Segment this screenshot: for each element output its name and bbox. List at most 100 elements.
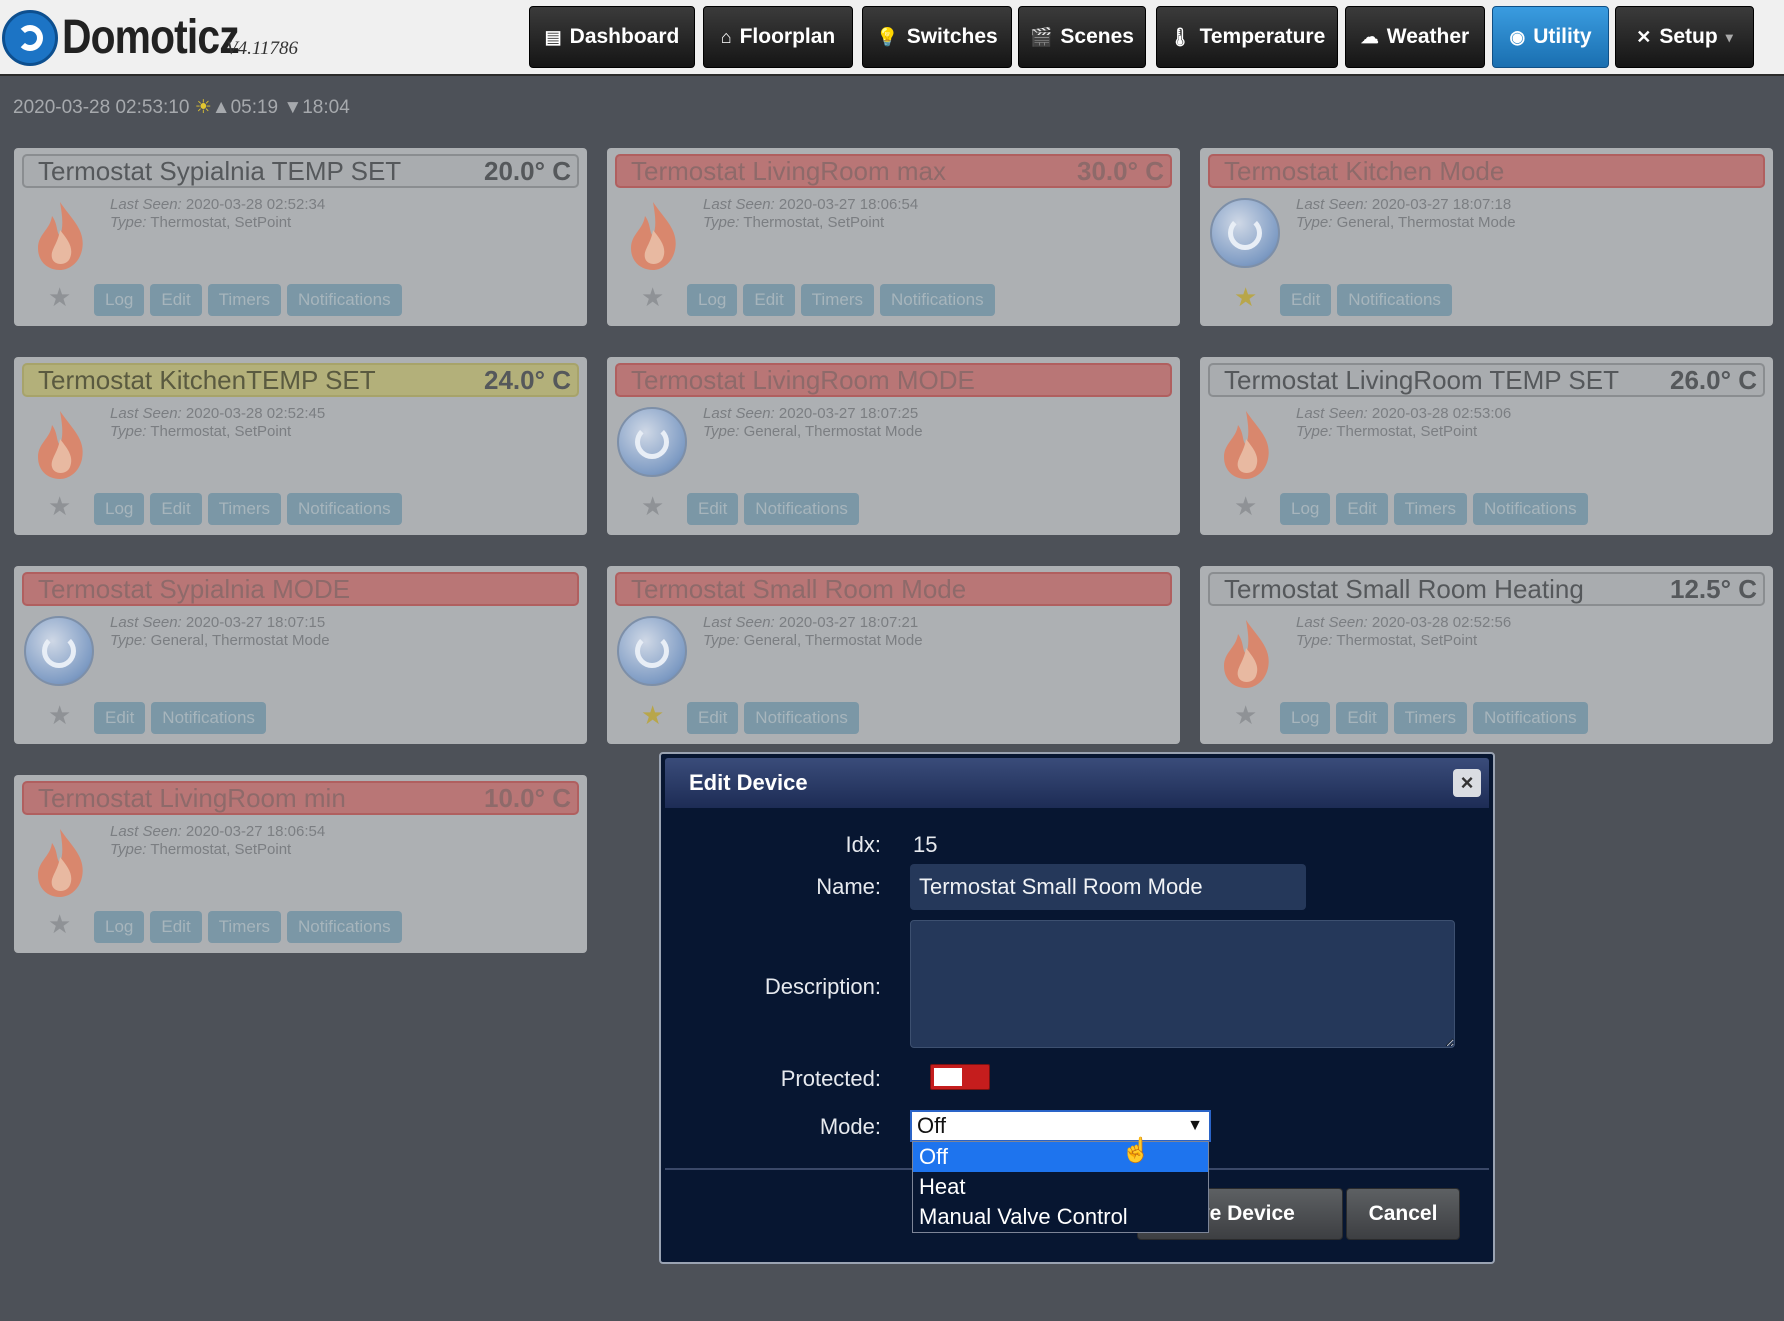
last-seen-value: 2020-03-27 18:07:18 — [1371, 196, 1512, 213]
edit-button[interactable]: Edit — [150, 911, 202, 943]
favorite-star-icon[interactable]: ★ — [48, 700, 71, 731]
last-seen-value: 2020-03-28 02:52:34 — [185, 196, 326, 213]
mode-select[interactable]: Off ▼ — [910, 1110, 1211, 1142]
device-info: Last Seen: 2020-03-28 02:53:06 Type: Ther… — [1296, 405, 1511, 441]
favorite-star-icon[interactable]: ★ — [641, 700, 664, 731]
notifications-button[interactable]: Notifications — [1337, 284, 1452, 316]
favorite-star-icon[interactable]: ★ — [48, 909, 71, 940]
log-button[interactable]: Log — [94, 284, 145, 316]
nav-label: Setup — [1659, 25, 1718, 48]
device-actions: Log Edit Timers Notifications — [94, 284, 402, 316]
edit-button[interactable]: Edit — [1336, 493, 1388, 525]
timers-button[interactable]: Timers — [207, 911, 281, 943]
favorite-star-icon[interactable]: ★ — [1234, 282, 1257, 313]
nav-switches-button[interactable]: 💡 Switches — [862, 6, 1012, 68]
notifications-button[interactable]: Notifications — [151, 702, 266, 734]
log-button[interactable]: Log — [94, 493, 145, 525]
dialog-title: Edit Device — [689, 770, 808, 795]
device-actions: Edit Notifications — [1280, 284, 1452, 316]
utility-icon: ◉ — [1509, 26, 1526, 47]
domoticz-logo-icon[interactable] — [2, 10, 58, 66]
device-info: Last Seen: 2020-03-27 18:07:21 Type: Gene… — [703, 614, 923, 650]
type-label: Type: — [1296, 423, 1333, 440]
mode-option[interactable]: Heat — [913, 1172, 1208, 1202]
name-input[interactable] — [910, 864, 1306, 910]
favorite-star-icon[interactable]: ★ — [1234, 700, 1257, 731]
edit-button[interactable]: Edit — [743, 284, 795, 316]
nav-floorplan-button[interactable]: ⌂ Floorplan — [703, 6, 853, 68]
flame-icon[interactable] — [30, 827, 96, 899]
thermostat-mode-icon[interactable] — [24, 616, 94, 686]
notifications-button[interactable]: Notifications — [1472, 702, 1588, 734]
timers-button[interactable]: Timers — [207, 493, 281, 525]
protected-toggle[interactable] — [930, 1064, 990, 1090]
edit-button[interactable]: Edit — [687, 493, 739, 525]
flame-icon[interactable] — [1216, 618, 1282, 690]
chevron-down-icon: ▾ — [1725, 28, 1733, 45]
last-seen-value: 2020-03-27 18:07:25 — [778, 405, 919, 422]
timers-button[interactable]: Timers — [1393, 493, 1467, 525]
chevron-down-icon: ▼ — [1187, 1117, 1203, 1134]
log-button[interactable]: Log — [1280, 493, 1331, 525]
nav-scenes-button[interactable]: 🎬 Scenes — [1018, 6, 1146, 68]
edit-button[interactable]: Edit — [94, 702, 146, 734]
flame-icon[interactable] — [30, 200, 96, 272]
cancel-button[interactable]: Cancel — [1346, 1188, 1460, 1240]
type-label: Type: — [703, 632, 740, 649]
log-button[interactable]: Log — [1280, 702, 1331, 734]
device-info: Last Seen: 2020-03-27 18:07:15 Type: Gene… — [110, 614, 330, 650]
notifications-button[interactable]: Notifications — [879, 284, 995, 316]
nav-dashboard-button[interactable]: ▤ Dashboard — [529, 6, 695, 68]
log-button[interactable]: Log — [687, 284, 738, 316]
favorite-star-icon[interactable]: ★ — [1234, 491, 1257, 522]
description-input[interactable] — [910, 920, 1455, 1048]
type-label: Type: — [703, 214, 740, 231]
device-actions: Edit Notifications — [687, 702, 859, 734]
nav-temperature-button[interactable]: 🌡 Temperature — [1156, 6, 1338, 68]
notifications-button[interactable]: Notifications — [286, 284, 402, 316]
flame-icon[interactable] — [623, 200, 689, 272]
type-value: Thermostat, SetPoint — [1336, 632, 1478, 649]
last-seen-label: Last Seen: — [703, 614, 775, 631]
device-name: Termostat LivingRoom MODE — [631, 365, 975, 395]
notifications-button[interactable]: Notifications — [286, 493, 402, 525]
flame-icon[interactable] — [1216, 409, 1282, 481]
mode-selected-value: Off — [917, 1113, 946, 1138]
timers-button[interactable]: Timers — [207, 284, 281, 316]
device-title-bar: Termostat Sypialnia MODE — [22, 572, 579, 606]
nav-label: Utility — [1533, 25, 1592, 48]
notifications-button[interactable]: Notifications — [744, 493, 859, 525]
notifications-button[interactable]: Notifications — [1472, 493, 1588, 525]
mode-option[interactable]: Manual Valve Control — [913, 1202, 1208, 1232]
edit-button[interactable]: Edit — [1336, 702, 1388, 734]
flame-icon[interactable] — [30, 409, 96, 481]
last-seen-value: 2020-03-28 02:52:45 — [185, 405, 326, 422]
nav-weather-button[interactable]: ☁ Weather — [1345, 6, 1485, 68]
edit-button[interactable]: Edit — [687, 702, 739, 734]
device-name: Termostat LivingRoom max — [631, 156, 946, 186]
notifications-button[interactable]: Notifications — [286, 911, 402, 943]
favorite-star-icon[interactable]: ★ — [48, 282, 71, 313]
thermostat-mode-icon[interactable] — [1210, 198, 1280, 268]
timers-button[interactable]: Timers — [800, 284, 874, 316]
device-info: Last Seen: 2020-03-27 18:07:25 Type: Gene… — [703, 405, 923, 441]
log-button[interactable]: Log — [94, 911, 145, 943]
edit-button[interactable]: Edit — [150, 493, 202, 525]
thermostat-mode-icon[interactable] — [617, 407, 687, 477]
nav-utility-button[interactable]: ◉ Utility — [1492, 6, 1609, 68]
timers-button[interactable]: Timers — [1393, 702, 1467, 734]
last-seen-label: Last Seen: — [703, 196, 775, 213]
favorite-star-icon[interactable]: ★ — [641, 491, 664, 522]
favorite-star-icon[interactable]: ★ — [641, 282, 664, 313]
mode-option[interactable]: Off — [913, 1142, 1208, 1172]
edit-button[interactable]: Edit — [1280, 284, 1332, 316]
close-icon[interactable]: × — [1453, 769, 1481, 797]
last-seen-value: 2020-03-28 02:52:56 — [1371, 614, 1512, 631]
edit-button[interactable]: Edit — [150, 284, 202, 316]
favorite-star-icon[interactable]: ★ — [48, 491, 71, 522]
notifications-button[interactable]: Notifications — [744, 702, 859, 734]
nav-setup-button[interactable]: ✕ Setup ▾ — [1615, 6, 1754, 68]
thermostat-mode-icon[interactable] — [617, 616, 687, 686]
mode-label: Mode: — [819, 1114, 881, 1139]
device-value: 20.0° C — [483, 156, 571, 186]
